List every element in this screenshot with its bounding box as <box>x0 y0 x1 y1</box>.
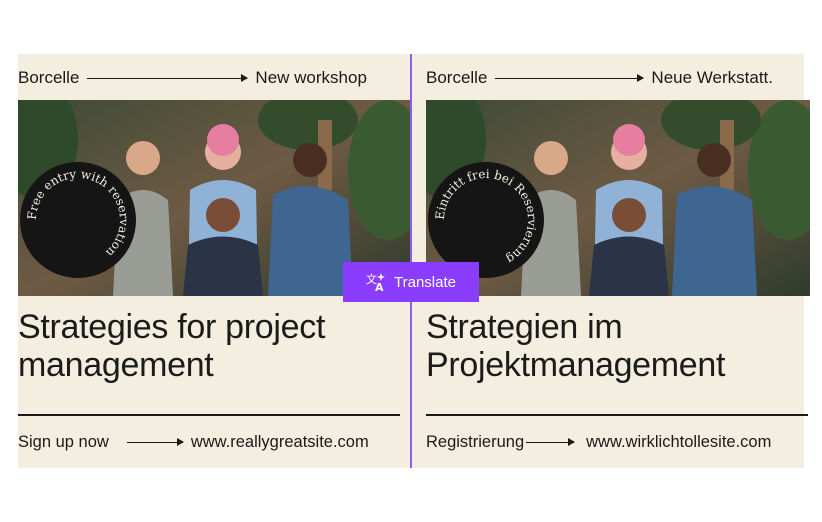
svg-text:A: A <box>375 281 384 292</box>
headline: Strategien im Projektmanagement <box>426 308 725 384</box>
divider-rule <box>18 414 400 416</box>
translate-button[interactable]: 文 A Translate <box>343 262 479 302</box>
signup-cta: Sign up now <box>18 432 109 451</box>
translate-label: Translate <box>394 273 456 291</box>
header-bar: Borcelle Neue Werkstatt. <box>426 68 804 88</box>
website-url: www.reallygreatsite.com <box>190 432 369 451</box>
translate-icon: 文 A <box>366 272 386 294</box>
footer-bar: Sign up now www.reallygreatsite.com <box>18 430 369 454</box>
event-tag: New workshop <box>255 68 367 87</box>
headline-line-2: Projektmanagement <box>426 346 726 384</box>
headline-line-2: management <box>18 346 214 384</box>
divider-rule <box>426 414 808 416</box>
footer-arrow <box>126 437 184 446</box>
german-design-panel: Borcelle Neue Werkstatt. Eintritt frei b… <box>412 54 810 468</box>
header-arrow <box>87 73 249 82</box>
team-photo: Eintritt frei bei Reservierung <box>426 100 810 296</box>
footer-bar: Registrierung www.wirklichtollesite.com <box>426 430 771 454</box>
headline: Strategies for project management <box>18 308 325 384</box>
brand-name: Borcelle <box>426 68 488 87</box>
website-url: www.wirklichtollesite.com <box>586 432 772 451</box>
event-tag: Neue Werkstatt. <box>651 68 773 87</box>
signup-cta: Registrierung <box>426 432 525 451</box>
footer-arrow <box>526 437 576 446</box>
headline-line-1: Strategies for project <box>18 308 326 346</box>
brand-name: Borcelle <box>18 68 80 87</box>
headline-line-1: Strategien im <box>426 308 623 346</box>
english-design-panel: Borcelle New workshop Free entry with re… <box>18 54 410 468</box>
header-bar: Borcelle New workshop <box>18 68 410 88</box>
header-arrow <box>495 73 645 82</box>
